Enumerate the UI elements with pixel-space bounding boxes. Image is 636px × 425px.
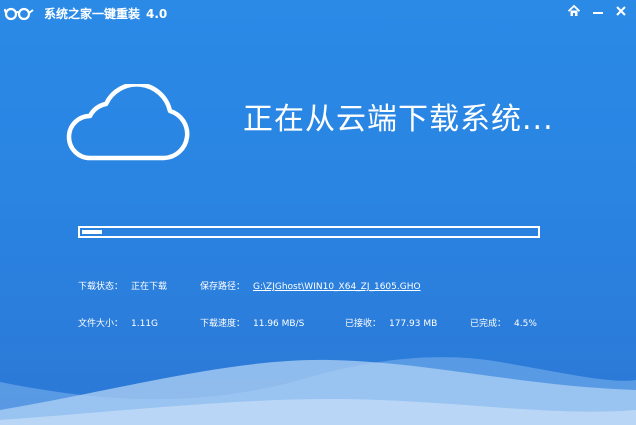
installer-window: 系统之家一键重装 4.0 正在从云端下载系统... 下载状态： 正在下载 保存路径：… bbox=[0, 0, 636, 425]
app-title: 系统之家一键重装 4.0 bbox=[44, 5, 167, 23]
app-name: 系统之家一键重装 bbox=[44, 7, 141, 21]
close-icon[interactable] bbox=[614, 4, 628, 18]
file-size-field: 文件大小： 1.11G bbox=[78, 318, 158, 330]
file-size-value: 1.11G bbox=[131, 319, 159, 329]
completed-value: 4.5% bbox=[514, 319, 537, 329]
file-size-label: 文件大小： bbox=[78, 319, 124, 329]
download-status-value: 正在下载 bbox=[131, 282, 168, 292]
download-progress-fill bbox=[82, 230, 103, 234]
app-version: 4.0 bbox=[146, 7, 168, 21]
save-path-link[interactable]: G:\ZJGhost\WIN10_X64_ZJ_1605.GHO bbox=[253, 282, 421, 292]
save-path-label: 保存路径： bbox=[200, 282, 246, 292]
received-field: 已接收： 177.93 MB bbox=[345, 318, 437, 330]
completed-field: 已完成： 4.5% bbox=[470, 318, 537, 330]
download-speed-label: 下载速度： bbox=[200, 319, 246, 329]
home-icon[interactable] bbox=[567, 4, 581, 18]
glasses-logo-icon bbox=[4, 7, 34, 21]
download-speed-field: 下载速度： 11.96 MB/S bbox=[200, 318, 304, 330]
minimize-icon[interactable] bbox=[591, 4, 605, 18]
decorative-waves bbox=[0, 357, 636, 425]
completed-label: 已完成： bbox=[470, 319, 507, 329]
download-status-heading: 正在从云端下载系统... bbox=[243, 102, 554, 137]
title-bar[interactable]: 系统之家一键重装 4.0 bbox=[0, 0, 636, 28]
download-status-field: 下载状态： 正在下载 bbox=[78, 281, 167, 293]
received-label: 已接收： bbox=[345, 319, 382, 329]
download-status-label: 下载状态： bbox=[78, 282, 124, 292]
received-value: 177.93 MB bbox=[389, 319, 438, 329]
download-progress-bar bbox=[78, 226, 540, 238]
save-path-field: 保存路径： G:\ZJGhost\WIN10_X64_ZJ_1605.GHO bbox=[200, 281, 421, 293]
cloud-icon bbox=[66, 84, 190, 161]
download-speed-value: 11.96 MB/S bbox=[253, 319, 305, 329]
